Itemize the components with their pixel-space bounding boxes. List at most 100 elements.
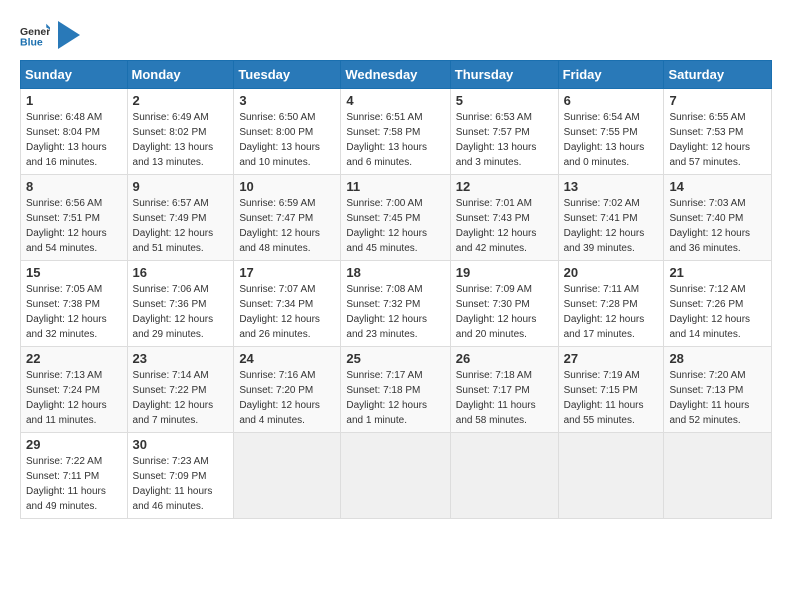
day-sunrise: Sunrise: 7:07 AM	[239, 284, 315, 295]
day-number: 10	[239, 179, 335, 194]
day-sunset: Sunset: 7:20 PM	[239, 385, 313, 396]
day-daylight: Daylight: 12 hours and 39 minutes.	[564, 228, 645, 254]
day-sunset: Sunset: 7:40 PM	[669, 213, 743, 224]
day-number: 2	[133, 93, 229, 108]
day-daylight: Daylight: 11 hours and 52 minutes.	[669, 400, 749, 426]
calendar-day-cell-16: 16 Sunrise: 7:06 AM Sunset: 7:36 PM Dayl…	[127, 261, 234, 347]
calendar-day-cell-19: 19 Sunrise: 7:09 AM Sunset: 7:30 PM Dayl…	[450, 261, 558, 347]
day-sunset: Sunset: 7:38 PM	[26, 299, 100, 310]
day-sunset: Sunset: 7:47 PM	[239, 213, 313, 224]
calendar-week-row-3: 15 Sunrise: 7:05 AM Sunset: 7:38 PM Dayl…	[21, 261, 772, 347]
day-sunrise: Sunrise: 7:09 AM	[456, 284, 532, 295]
day-daylight: Daylight: 12 hours and 57 minutes.	[669, 142, 750, 168]
day-daylight: Daylight: 12 hours and 51 minutes.	[133, 228, 214, 254]
day-daylight: Daylight: 12 hours and 14 minutes.	[669, 314, 750, 340]
day-sunrise: Sunrise: 6:55 AM	[669, 112, 745, 123]
day-number: 24	[239, 351, 335, 366]
calendar-header-monday: Monday	[127, 61, 234, 89]
calendar-day-cell-8: 8 Sunrise: 6:56 AM Sunset: 7:51 PM Dayli…	[21, 175, 128, 261]
day-sunset: Sunset: 7:11 PM	[26, 471, 99, 482]
calendar-day-cell-11: 11 Sunrise: 7:00 AM Sunset: 7:45 PM Dayl…	[341, 175, 450, 261]
logo-arrow-icon	[58, 21, 80, 49]
calendar-week-row-2: 8 Sunrise: 6:56 AM Sunset: 7:51 PM Dayli…	[21, 175, 772, 261]
calendar-empty-cell	[341, 433, 450, 519]
day-sunrise: Sunrise: 7:11 AM	[564, 284, 639, 295]
day-number: 11	[346, 179, 444, 194]
day-sunrise: Sunrise: 6:53 AM	[456, 112, 532, 123]
day-sunrise: Sunrise: 6:49 AM	[133, 112, 209, 123]
day-sunset: Sunset: 7:53 PM	[669, 127, 743, 138]
day-sunset: Sunset: 7:49 PM	[133, 213, 207, 224]
day-daylight: Daylight: 12 hours and 54 minutes.	[26, 228, 107, 254]
day-daylight: Daylight: 12 hours and 1 minute.	[346, 400, 427, 426]
day-number: 21	[669, 265, 766, 280]
day-daylight: Daylight: 12 hours and 42 minutes.	[456, 228, 537, 254]
calendar-week-row-5: 29 Sunrise: 7:22 AM Sunset: 7:11 PM Dayl…	[21, 433, 772, 519]
calendar-header-sunday: Sunday	[21, 61, 128, 89]
calendar-day-cell-22: 22 Sunrise: 7:13 AM Sunset: 7:24 PM Dayl…	[21, 347, 128, 433]
calendar-empty-cell	[558, 433, 664, 519]
calendar-day-cell-28: 28 Sunrise: 7:20 AM Sunset: 7:13 PM Dayl…	[664, 347, 772, 433]
day-daylight: Daylight: 12 hours and 48 minutes.	[239, 228, 320, 254]
day-sunrise: Sunrise: 7:05 AM	[26, 284, 102, 295]
day-number: 30	[133, 437, 229, 452]
day-sunrise: Sunrise: 7:02 AM	[564, 198, 640, 209]
day-sunrise: Sunrise: 7:16 AM	[239, 370, 315, 381]
logo-icon: General Blue	[20, 20, 50, 50]
calendar-day-cell-10: 10 Sunrise: 6:59 AM Sunset: 7:47 PM Dayl…	[234, 175, 341, 261]
day-sunrise: Sunrise: 6:59 AM	[239, 198, 315, 209]
day-sunrise: Sunrise: 7:08 AM	[346, 284, 422, 295]
day-sunset: Sunset: 7:43 PM	[456, 213, 530, 224]
calendar-header-row: SundayMondayTuesdayWednesdayThursdayFrid…	[21, 61, 772, 89]
day-sunrise: Sunrise: 7:00 AM	[346, 198, 422, 209]
day-number: 26	[456, 351, 553, 366]
day-sunrise: Sunrise: 6:50 AM	[239, 112, 315, 123]
calendar-day-cell-12: 12 Sunrise: 7:01 AM Sunset: 7:43 PM Dayl…	[450, 175, 558, 261]
day-sunset: Sunset: 7:57 PM	[456, 127, 530, 138]
day-daylight: Daylight: 13 hours and 6 minutes.	[346, 142, 427, 168]
calendar-week-row-1: 1 Sunrise: 6:48 AM Sunset: 8:04 PM Dayli…	[21, 89, 772, 175]
calendar-day-cell-24: 24 Sunrise: 7:16 AM Sunset: 7:20 PM Dayl…	[234, 347, 341, 433]
calendar-header-wednesday: Wednesday	[341, 61, 450, 89]
day-number: 19	[456, 265, 553, 280]
day-sunset: Sunset: 8:02 PM	[133, 127, 207, 138]
calendar-day-cell-17: 17 Sunrise: 7:07 AM Sunset: 7:34 PM Dayl…	[234, 261, 341, 347]
day-sunset: Sunset: 7:26 PM	[669, 299, 743, 310]
calendar-day-cell-2: 2 Sunrise: 6:49 AM Sunset: 8:02 PM Dayli…	[127, 89, 234, 175]
day-sunrise: Sunrise: 7:01 AM	[456, 198, 532, 209]
svg-text:Blue: Blue	[20, 37, 43, 49]
day-sunrise: Sunrise: 6:57 AM	[133, 198, 209, 209]
day-sunset: Sunset: 7:09 PM	[133, 471, 207, 482]
day-sunset: Sunset: 7:51 PM	[26, 213, 100, 224]
day-sunset: Sunset: 8:00 PM	[239, 127, 313, 138]
day-daylight: Daylight: 11 hours and 49 minutes.	[26, 486, 106, 512]
day-daylight: Daylight: 12 hours and 7 minutes.	[133, 400, 214, 426]
day-sunrise: Sunrise: 7:22 AM	[26, 456, 102, 467]
calendar-day-cell-29: 29 Sunrise: 7:22 AM Sunset: 7:11 PM Dayl…	[21, 433, 128, 519]
day-sunrise: Sunrise: 6:51 AM	[346, 112, 422, 123]
calendar-header-thursday: Thursday	[450, 61, 558, 89]
day-daylight: Daylight: 12 hours and 29 minutes.	[133, 314, 214, 340]
calendar-day-cell-5: 5 Sunrise: 6:53 AM Sunset: 7:57 PM Dayli…	[450, 89, 558, 175]
calendar-day-cell-21: 21 Sunrise: 7:12 AM Sunset: 7:26 PM Dayl…	[664, 261, 772, 347]
day-sunset: Sunset: 7:41 PM	[564, 213, 638, 224]
day-sunset: Sunset: 7:58 PM	[346, 127, 420, 138]
day-number: 13	[564, 179, 659, 194]
day-daylight: Daylight: 12 hours and 20 minutes.	[456, 314, 537, 340]
day-number: 8	[26, 179, 122, 194]
calendar-day-cell-26: 26 Sunrise: 7:18 AM Sunset: 7:17 PM Dayl…	[450, 347, 558, 433]
day-daylight: Daylight: 12 hours and 23 minutes.	[346, 314, 427, 340]
day-sunset: Sunset: 7:55 PM	[564, 127, 638, 138]
day-number: 29	[26, 437, 122, 452]
day-number: 5	[456, 93, 553, 108]
day-number: 23	[133, 351, 229, 366]
day-sunrise: Sunrise: 7:06 AM	[133, 284, 209, 295]
day-sunrise: Sunrise: 7:17 AM	[346, 370, 422, 381]
day-sunset: Sunset: 7:24 PM	[26, 385, 100, 396]
calendar-day-cell-13: 13 Sunrise: 7:02 AM Sunset: 7:41 PM Dayl…	[558, 175, 664, 261]
day-number: 6	[564, 93, 659, 108]
day-daylight: Daylight: 12 hours and 11 minutes.	[26, 400, 107, 426]
day-number: 16	[133, 265, 229, 280]
day-number: 9	[133, 179, 229, 194]
day-sunrise: Sunrise: 6:54 AM	[564, 112, 640, 123]
